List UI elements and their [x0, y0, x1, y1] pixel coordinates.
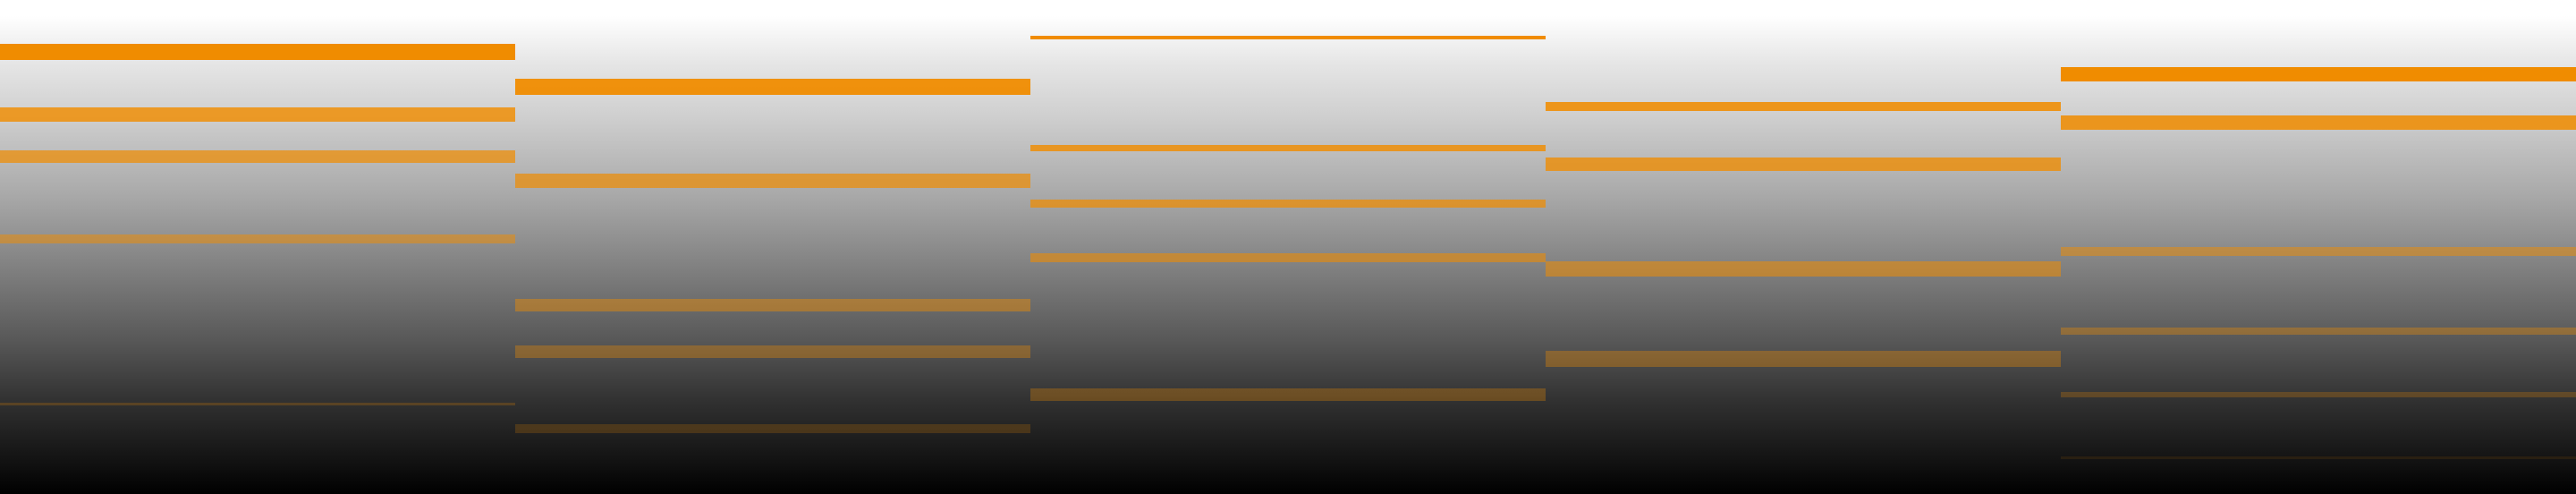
orange-stripe — [1030, 200, 1546, 208]
orange-stripe — [2061, 392, 2576, 397]
orange-stripe — [515, 299, 1030, 311]
orange-stripe — [2061, 115, 2576, 130]
orange-stripe — [515, 79, 1030, 95]
orange-stripe — [1030, 145, 1546, 151]
orange-stripe — [2061, 247, 2576, 256]
orange-stripe — [1546, 351, 2061, 367]
orange-stripe — [0, 44, 515, 60]
orange-stripe — [0, 234, 515, 243]
orange-stripe — [2061, 328, 2576, 335]
orange-stripe — [1030, 388, 1546, 401]
column-3 — [1030, 0, 1546, 494]
orange-stripe — [515, 424, 1030, 433]
orange-stripe — [1546, 158, 2061, 171]
column-2 — [515, 0, 1030, 494]
orange-stripe — [1546, 261, 2061, 277]
striped-gradient-panel — [0, 0, 2576, 494]
orange-stripe — [515, 174, 1030, 188]
column-1 — [0, 0, 515, 494]
orange-stripe — [0, 403, 515, 405]
orange-stripe — [2061, 456, 2576, 459]
orange-stripe — [2061, 67, 2576, 81]
orange-stripe — [0, 150, 515, 163]
orange-stripe — [1030, 253, 1546, 262]
column-4 — [1546, 0, 2061, 494]
orange-stripe — [0, 107, 515, 122]
orange-stripe — [1030, 36, 1546, 39]
column-5 — [2061, 0, 2576, 494]
orange-stripe — [515, 345, 1030, 358]
orange-stripe — [1546, 102, 2061, 111]
